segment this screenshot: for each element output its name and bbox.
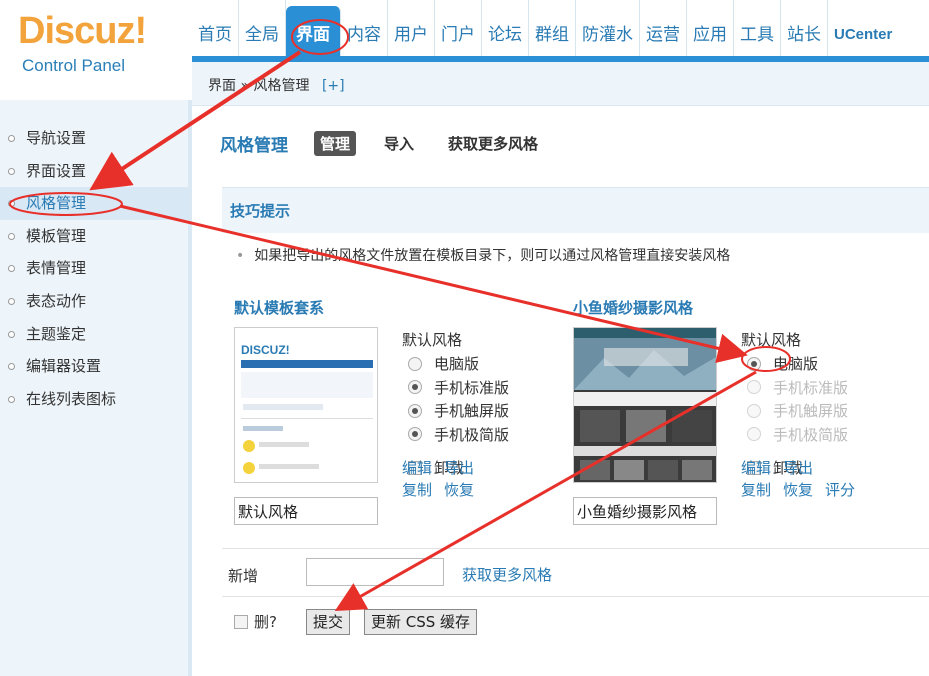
nav-home[interactable]: 首页 bbox=[192, 0, 239, 56]
rate-link[interactable]: 评分 bbox=[825, 481, 855, 499]
nav-content[interactable]: 内容 bbox=[341, 0, 388, 56]
radio-mobile-minimal[interactable] bbox=[408, 427, 422, 442]
sidebar-item-thread-stamps[interactable]: 主题鉴定 bbox=[0, 318, 188, 351]
style-name-input[interactable] bbox=[234, 497, 378, 525]
nav-operations[interactable]: 运营 bbox=[640, 0, 687, 56]
option-label: 电脑版 bbox=[434, 355, 480, 374]
logo: Discuz! Control Panel bbox=[0, 0, 192, 100]
wedding-style-preview-image bbox=[574, 328, 716, 482]
style-action-links: 编辑 导出 复制 恢复 bbox=[402, 457, 562, 501]
nav-groups[interactable]: 群组 bbox=[529, 0, 576, 56]
breadcrumb-page: 风格管理 bbox=[253, 78, 310, 94]
radio-mobile-touch[interactable] bbox=[408, 403, 422, 418]
breadcrumb: 界面 » 风格管理 [+] bbox=[192, 62, 929, 106]
default-style-preview-image: DISCUZ! bbox=[235, 328, 377, 482]
page-title: 风格管理 bbox=[220, 136, 288, 156]
option-mobile-standard: 手机标准版 bbox=[741, 376, 881, 400]
nav-tools[interactable]: 工具 bbox=[734, 0, 781, 56]
delete-label: 删? bbox=[254, 613, 277, 631]
option-mobile-touch[interactable]: 手机触屏版 bbox=[402, 399, 542, 423]
new-style-label: 新增 bbox=[228, 567, 259, 585]
sidebar-item-navigation[interactable]: 导航设置 bbox=[0, 122, 188, 155]
radio-mobile-standard[interactable] bbox=[408, 380, 422, 395]
tab-import[interactable]: 导入 bbox=[378, 131, 420, 156]
option-label: 电脑版 bbox=[773, 355, 819, 374]
nav-forum[interactable]: 论坛 bbox=[482, 0, 529, 56]
restore-link[interactable]: 恢复 bbox=[444, 481, 474, 499]
style-name: 小鱼婚纱摄影风格 bbox=[573, 299, 694, 317]
option-label: 手机极简版 bbox=[434, 425, 510, 444]
radio-pc[interactable] bbox=[408, 356, 422, 371]
copy-link[interactable]: 复制 bbox=[741, 481, 771, 499]
sidebar: 导航设置 界面设置 风格管理 模板管理 表情管理 表态动作 主题鉴定 编辑器设置… bbox=[0, 100, 192, 676]
style-thumbnail: DISCUZ! bbox=[234, 327, 378, 483]
nav-global[interactable]: 全局 bbox=[239, 0, 286, 56]
breadcrumb-section[interactable]: 界面 bbox=[208, 78, 236, 94]
divider bbox=[222, 596, 929, 597]
submit-button[interactable]: 提交 bbox=[306, 609, 351, 635]
divider bbox=[222, 548, 929, 549]
sidebar-item-template-management[interactable]: 模板管理 bbox=[0, 220, 188, 253]
radio-mobile-minimal bbox=[747, 427, 761, 442]
style-options-label: 默认风格 bbox=[402, 331, 463, 349]
get-more-styles-link[interactable]: 获取更多风格 bbox=[462, 564, 552, 585]
nav-apps[interactable]: 应用 bbox=[687, 0, 734, 56]
update-css-cache-button[interactable]: 更新 CSS 缓存 bbox=[364, 609, 478, 635]
export-link[interactable]: 导出 bbox=[444, 459, 474, 477]
style-action-links: 编辑 导出 复制 恢复 评分 bbox=[741, 457, 901, 501]
page-header: 风格管理 管理 导入 获取更多风格 bbox=[220, 131, 566, 156]
delete-option[interactable]: 删? bbox=[234, 611, 277, 632]
top-navigation: 首页 全局 界面 内容 用户 门户 论坛 群组 防灌水 运营 应用 工具 站长 … bbox=[192, 0, 929, 62]
sidebar-item-style-management[interactable]: 风格管理 bbox=[0, 187, 188, 220]
option-pc[interactable]: 电脑版 bbox=[402, 352, 542, 376]
nav-portal[interactable]: 门户 bbox=[435, 0, 482, 56]
option-mobile-minimal: 手机极简版 bbox=[741, 423, 881, 447]
sidebar-item-editor-settings[interactable]: 编辑器设置 bbox=[0, 350, 188, 383]
logo-brand: Discuz! bbox=[18, 10, 147, 52]
option-mobile-touch: 手机触屏版 bbox=[741, 399, 881, 423]
logo-subtitle: Control Panel bbox=[22, 56, 126, 75]
style-name: 默认模板套系 bbox=[234, 299, 325, 317]
main-content: 风格管理 管理 导入 获取更多风格 技巧提示 如果把导出的风格文件放置在模板目录… bbox=[196, 107, 929, 676]
option-label: 手机触屏版 bbox=[773, 402, 849, 421]
sidebar-item-emoticon-management[interactable]: 表情管理 bbox=[0, 252, 188, 285]
option-label: 手机极简版 bbox=[773, 425, 849, 444]
delete-checkbox[interactable] bbox=[234, 614, 248, 629]
option-mobile-minimal[interactable]: 手机极简版 bbox=[402, 423, 542, 447]
nav-users[interactable]: 用户 bbox=[388, 0, 435, 56]
edit-link[interactable]: 编辑 bbox=[741, 459, 771, 477]
style-name-input[interactable] bbox=[573, 497, 717, 525]
nav-antispam[interactable]: 防灌水 bbox=[576, 0, 640, 56]
style-options-label: 默认风格 bbox=[741, 331, 802, 349]
nav-webmaster[interactable]: 站长 bbox=[781, 0, 828, 56]
tab-get-more-styles[interactable]: 获取更多风格 bbox=[442, 131, 544, 156]
copy-link[interactable]: 复制 bbox=[402, 481, 432, 499]
tip-text: 如果把导出的风格文件放置在模板目录下，则可以通过风格管理直接安装风格 bbox=[236, 245, 730, 265]
option-label: 手机标准版 bbox=[773, 378, 849, 397]
option-mobile-standard[interactable]: 手机标准版 bbox=[402, 376, 542, 400]
style-card-wedding: 小鱼婚纱摄影风格 默认风格 电脑版 手机标准 bbox=[573, 297, 855, 525]
sidebar-item-online-list-icons[interactable]: 在线列表图标 bbox=[0, 383, 188, 416]
tips-header: 技巧提示 bbox=[222, 187, 929, 233]
option-label: 手机触屏版 bbox=[434, 402, 510, 421]
sidebar-item-interface-settings[interactable]: 界面设置 bbox=[0, 155, 188, 188]
new-style-input[interactable] bbox=[306, 558, 444, 586]
svg-text:DISCUZ!: DISCUZ! bbox=[241, 343, 290, 357]
radio-mobile-standard bbox=[747, 380, 761, 395]
radio-pc[interactable] bbox=[747, 356, 761, 371]
breadcrumb-separator: » bbox=[240, 78, 250, 94]
sidebar-item-reactions[interactable]: 表态动作 bbox=[0, 285, 188, 318]
tab-manage[interactable]: 管理 bbox=[314, 131, 357, 156]
option-label: 手机标准版 bbox=[434, 378, 510, 397]
restore-link[interactable]: 恢复 bbox=[783, 481, 813, 499]
export-link[interactable]: 导出 bbox=[783, 459, 813, 477]
breadcrumb-add-button[interactable]: [+] bbox=[322, 78, 345, 94]
style-thumbnail bbox=[573, 327, 717, 483]
option-pc[interactable]: 电脑版 bbox=[741, 352, 881, 376]
radio-mobile-touch bbox=[747, 403, 761, 418]
nav-interface[interactable]: 界面 bbox=[286, 6, 341, 56]
style-card-default: 默认模板套系 DISCUZ! 默认风格 电脑版 手机标准版 手机触屏版 手机 bbox=[234, 297, 509, 525]
nav-ucenter[interactable]: UCenter bbox=[828, 0, 898, 56]
edit-link[interactable]: 编辑 bbox=[402, 459, 432, 477]
